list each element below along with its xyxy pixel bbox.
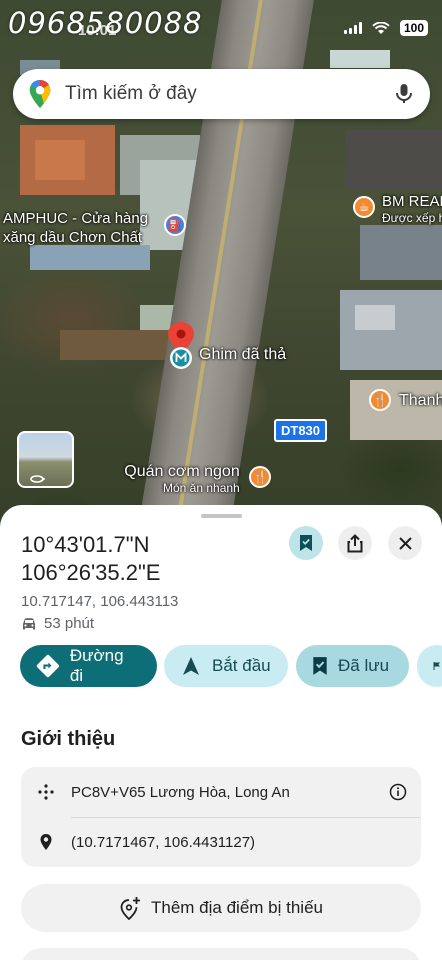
saved-toggle-button[interactable] [289, 526, 323, 560]
cellular-signal-icon [343, 22, 362, 34]
map-terrain [355, 305, 395, 330]
maps-logo-icon [29, 79, 51, 109]
plus-code-row[interactable]: PC8V+V65 Lương Hòa, Long An [21, 767, 421, 817]
share-icon [347, 533, 363, 552]
bookmark-check-icon [300, 535, 312, 551]
close-button[interactable] [388, 526, 422, 560]
map-terrain [350, 380, 442, 440]
map-terrain [340, 290, 442, 370]
bm-real-label-sub: Được xếp h [382, 211, 442, 225]
coord-line-lat: 10°43'01.7"N [21, 532, 150, 557]
add-missing-place-button[interactable]: Thêm địa điểm bị thiếu [21, 884, 421, 932]
thanh-label[interactable]: Thanh [399, 391, 442, 410]
drive-time-text: 53 phút [44, 615, 95, 632]
status-time: 10:01 [78, 22, 117, 39]
map-view[interactable]: 0968580088 10:01 100 Tìm kiếm ở đây AMPH… [0, 0, 442, 530]
map-terrain [360, 225, 442, 280]
coordinates-text: (10.7171467, 106.4431127) [71, 833, 256, 851]
search-input[interactable]: Tìm kiếm ở đây [65, 83, 392, 105]
wifi-icon [372, 21, 390, 34]
place-bottom-sheet: 10°43'01.7"N 106°26'35.2"E 10.717147, 10… [0, 505, 442, 960]
map-terrain [345, 130, 442, 190]
saved-label: Đã lưu [338, 656, 390, 675]
info-icon[interactable] [389, 783, 407, 801]
status-icons: 100 [343, 20, 428, 36]
add-missing-place-label: Thêm địa điểm bị thiếu [151, 898, 323, 917]
gas-station-label-line1: AMPHUC - Cửa hàng [3, 210, 149, 227]
add-location-icon [120, 897, 140, 920]
next-section-card[interactable] [21, 948, 421, 960]
plus-code-icon [38, 784, 54, 800]
map-terrain [330, 50, 390, 68]
restaurant-label-sub: Món ăn nhanh [163, 481, 240, 495]
search-bar[interactable]: Tìm kiếm ở đây [13, 69, 430, 119]
start-label: Bắt đầu [212, 656, 271, 675]
street-view-thumbnail[interactable] [17, 431, 74, 488]
restaurant-poi-icon[interactable]: 🍴 [249, 466, 271, 488]
dropped-pin-icon[interactable] [165, 320, 197, 372]
thanh-poi-icon[interactable]: 🍴 [369, 389, 391, 411]
battery-icon: 100 [399, 20, 428, 36]
plus-code-text: PC8V+V65 Lương Hòa, Long An [71, 783, 290, 801]
intro-heading: Giới thiệu [21, 728, 116, 750]
car-icon [23, 617, 35, 629]
directions-label: Đường đi [69, 646, 124, 685]
bm-real-poi-icon[interactable]: ☕ [353, 196, 375, 218]
bm-real-label[interactable]: BM REAL Được xếp h [382, 192, 442, 225]
gas-station-label[interactable]: AMPHUC - Cửa hàng xăng dầu Chơn Chất [3, 209, 148, 247]
restaurant-label[interactable]: Quán cơm ngon Món ăn nhanh [123, 462, 240, 495]
more-actions-button[interactable] [417, 645, 442, 687]
restaurant-label-title: Quán cơm ngon [124, 463, 240, 480]
map-terrain [35, 140, 85, 180]
gas-station-label-line2: xăng dầu Chơn Chất [3, 229, 143, 246]
map-terrain [30, 245, 150, 270]
directions-icon [36, 654, 60, 678]
info-card: PC8V+V65 Lương Hòa, Long An (10.7171467,… [21, 767, 421, 867]
close-icon [398, 536, 412, 550]
drive-time: 53 phút [21, 615, 94, 632]
share-button[interactable] [338, 526, 372, 560]
mic-icon[interactable] [392, 82, 416, 106]
saved-button[interactable]: Đã lưu [296, 645, 409, 687]
navigation-arrow-icon [183, 657, 199, 675]
drag-handle[interactable] [201, 514, 242, 518]
coordinates-row[interactable]: (10.7171467, 106.4431127) [21, 817, 421, 867]
rotate-360-icon [30, 475, 46, 483]
flag-icon [433, 662, 440, 670]
coord-line-lng: 106°26'35.2"E [21, 560, 161, 585]
place-title: 10°43'01.7"N 106°26'35.2"E [21, 531, 160, 587]
route-shield-dt830: DT830 [274, 419, 328, 442]
decimal-coordinates: 10.717147, 106.443113 [21, 593, 179, 610]
directions-button[interactable]: Đường đi [20, 645, 157, 687]
map-terrain [60, 330, 170, 360]
location-pin-icon [40, 834, 52, 850]
dropped-pin-label[interactable]: Ghim đã thả [199, 345, 286, 364]
bm-real-label-title: BM REAL [382, 193, 442, 210]
start-button[interactable]: Bắt đầu [164, 645, 288, 687]
bookmark-check-icon [313, 657, 327, 675]
gas-station-icon[interactable]: ⛽ [164, 214, 186, 236]
